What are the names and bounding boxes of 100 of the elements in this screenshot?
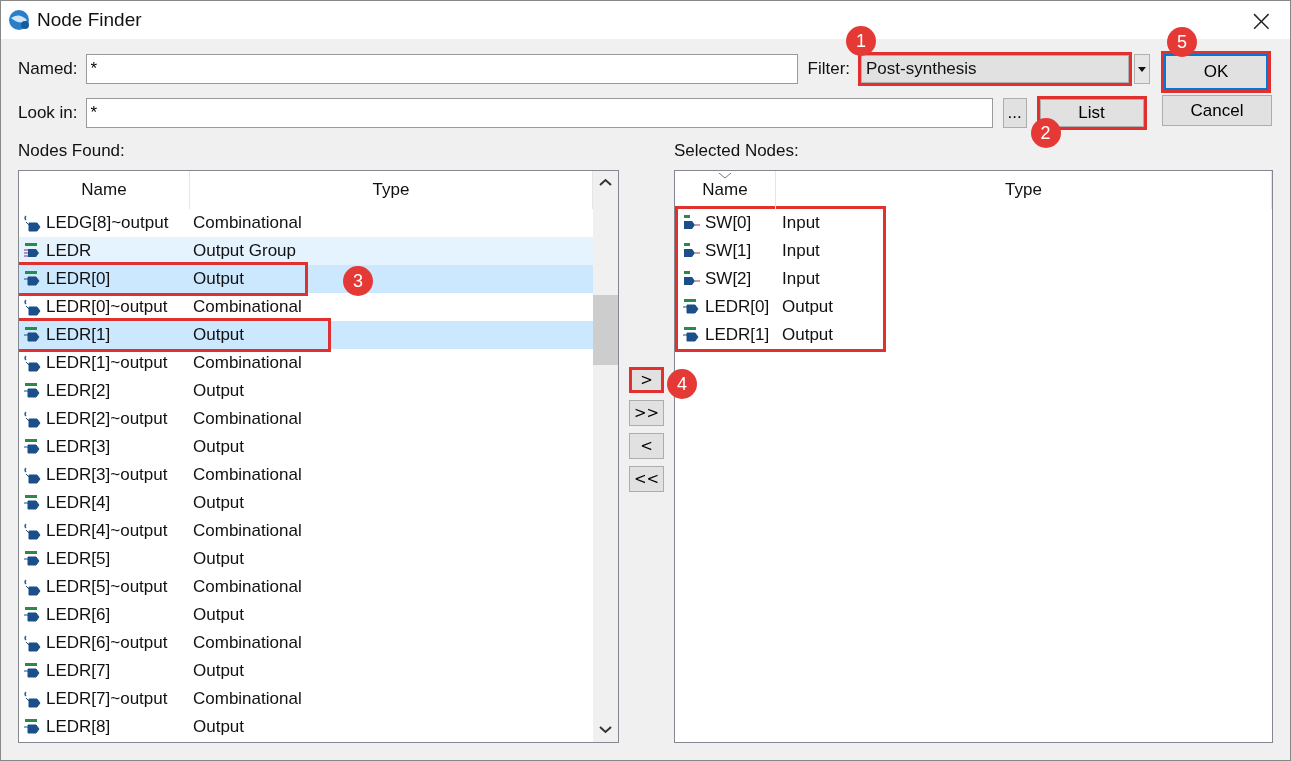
node-type: Combinational bbox=[192, 353, 302, 373]
filter-dropdown[interactable]: Post-synthesis bbox=[861, 55, 1130, 83]
node-type: Output Group bbox=[192, 241, 296, 261]
node-name: LEDR[7] bbox=[46, 661, 111, 681]
node-name: LEDR bbox=[46, 241, 92, 261]
node-row[interactable]: LEDR[3]~output Combinational bbox=[19, 461, 593, 489]
output-pin-icon bbox=[23, 438, 41, 456]
window-title: Node Finder bbox=[37, 9, 143, 31]
node-name: LEDR[5]~output bbox=[46, 577, 168, 597]
node-name: LEDR[0]~output bbox=[46, 297, 168, 317]
node-row[interactable]: LEDR[1] Output bbox=[19, 321, 593, 349]
output-pin-icon bbox=[23, 326, 41, 344]
node-row[interactable]: LEDR[4] Output bbox=[19, 489, 593, 517]
node-row[interactable]: LEDR[0]~output Combinational bbox=[19, 293, 593, 321]
node-row[interactable]: LEDR[1] Output bbox=[678, 321, 884, 349]
list-button[interactable]: List bbox=[1039, 99, 1144, 127]
node-type: Combinational bbox=[192, 213, 302, 233]
node-type: Combinational bbox=[192, 689, 302, 709]
move-button[interactable]: << bbox=[629, 466, 664, 492]
combinational-node-icon bbox=[23, 354, 41, 372]
named-label: Named: bbox=[18, 59, 78, 79]
node-type: Combinational bbox=[192, 465, 302, 485]
node-row[interactable]: LEDG[8]~output Combinational bbox=[19, 209, 593, 237]
node-type: Output bbox=[192, 269, 245, 289]
input-pin-icon bbox=[682, 214, 700, 232]
node-type: Output bbox=[192, 717, 245, 737]
combinational-node-icon bbox=[23, 410, 41, 428]
node-row[interactable]: LEDR[6]~output Combinational bbox=[19, 629, 593, 657]
node-name: LEDR[1]~output bbox=[46, 353, 168, 373]
node-row[interactable]: SW[2] Input bbox=[678, 265, 884, 293]
node-row[interactable]: LEDR[6] Output bbox=[19, 601, 593, 629]
callout-badge: 4 bbox=[667, 369, 697, 399]
combinational-node-icon bbox=[23, 214, 41, 232]
node-row[interactable]: LEDR[1]~output Combinational bbox=[19, 349, 593, 377]
output-pin-icon bbox=[23, 550, 41, 568]
output-pin-icon bbox=[23, 662, 41, 680]
combinational-node-icon bbox=[23, 578, 41, 596]
look-in-field[interactable]: * bbox=[85, 98, 993, 128]
node-row[interactable]: LEDR[0] Output 3 bbox=[19, 265, 593, 293]
node-name: LEDR[6] bbox=[46, 605, 111, 625]
node-row[interactable]: SW[1] Input bbox=[678, 237, 884, 265]
node-row[interactable]: LEDR[0] Output bbox=[678, 293, 884, 321]
node-name: LEDR[3]~output bbox=[46, 465, 168, 485]
scrollbar-thumb[interactable] bbox=[593, 295, 618, 365]
node-row[interactable]: LEDR[2]~output Combinational bbox=[19, 405, 593, 433]
move-button[interactable]: > bbox=[629, 367, 664, 393]
node-name: LEDR[4] bbox=[46, 493, 111, 513]
node-name: LEDR[1] bbox=[705, 325, 770, 345]
selected-nodes-label: Selected Nodes: bbox=[674, 141, 800, 161]
move-button[interactable]: < bbox=[629, 433, 664, 459]
combinational-node-icon bbox=[23, 634, 41, 652]
combinational-node-icon bbox=[23, 466, 41, 484]
node-row[interactable]: LEDR[2] Output bbox=[19, 377, 593, 405]
sort-caret-icon bbox=[719, 173, 731, 179]
output-pin-icon bbox=[682, 298, 700, 316]
close-button[interactable]: × bbox=[1238, 2, 1284, 38]
named-field[interactable]: * bbox=[85, 54, 798, 84]
cancel-button[interactable]: Cancel bbox=[1162, 95, 1272, 126]
output-pin-icon bbox=[23, 270, 41, 288]
node-type: Combinational bbox=[192, 409, 302, 429]
combinational-node-icon bbox=[23, 690, 41, 708]
node-row[interactable]: LEDR[5] Output bbox=[19, 545, 593, 573]
node-name: SW[1] bbox=[705, 241, 752, 261]
ok-button[interactable]: OK bbox=[1164, 54, 1268, 90]
column-header[interactable]: Type bbox=[776, 171, 1272, 209]
look-in-label: Look in: bbox=[18, 103, 78, 123]
node-type: Output bbox=[192, 605, 245, 625]
node-name: LEDR[6]~output bbox=[46, 633, 168, 653]
column-header[interactable]: Name bbox=[675, 171, 776, 209]
browse-button[interactable]: ... bbox=[1002, 98, 1027, 128]
combinational-node-icon bbox=[23, 298, 41, 316]
node-type: Output bbox=[781, 297, 835, 317]
node-name: LEDG[8]~output bbox=[46, 213, 169, 233]
node-type: Input bbox=[781, 269, 821, 289]
combinational-node-icon bbox=[23, 522, 41, 540]
node-type: Output bbox=[192, 493, 245, 513]
node-type: Output bbox=[192, 381, 245, 401]
output-pin-icon bbox=[23, 718, 41, 736]
node-row[interactable]: LEDR Output Group bbox=[19, 237, 593, 265]
node-row[interactable]: LEDR[8] Output bbox=[19, 713, 593, 741]
node-type: Combinational bbox=[192, 633, 302, 653]
node-name: SW[2] bbox=[705, 269, 752, 289]
node-name: LEDR[2] bbox=[46, 381, 111, 401]
node-type: Input bbox=[781, 213, 821, 233]
column-header[interactable]: Name bbox=[19, 171, 190, 209]
node-name: LEDR[8] bbox=[46, 717, 111, 737]
node-name: LEDR[0] bbox=[46, 269, 111, 289]
node-row[interactable]: LEDR[7] Output bbox=[19, 657, 593, 685]
node-type: Combinational bbox=[192, 297, 302, 317]
node-row[interactable]: LEDR[5]~output Combinational bbox=[19, 573, 593, 601]
node-name: SW[0] bbox=[705, 213, 752, 233]
nodes-found-label: Nodes Found: bbox=[18, 141, 126, 161]
node-row[interactable]: SW[0] Input bbox=[678, 209, 884, 237]
node-row[interactable]: LEDR[3] Output bbox=[19, 433, 593, 461]
move-button[interactable]: >> bbox=[629, 400, 664, 426]
node-type: Input bbox=[781, 241, 821, 261]
node-row[interactable]: LEDR[4]~output Combinational bbox=[19, 517, 593, 545]
node-name: LEDR[3] bbox=[46, 437, 111, 457]
node-name: LEDR[5] bbox=[46, 549, 111, 569]
node-row[interactable]: LEDR[7]~output Combinational bbox=[19, 685, 593, 713]
